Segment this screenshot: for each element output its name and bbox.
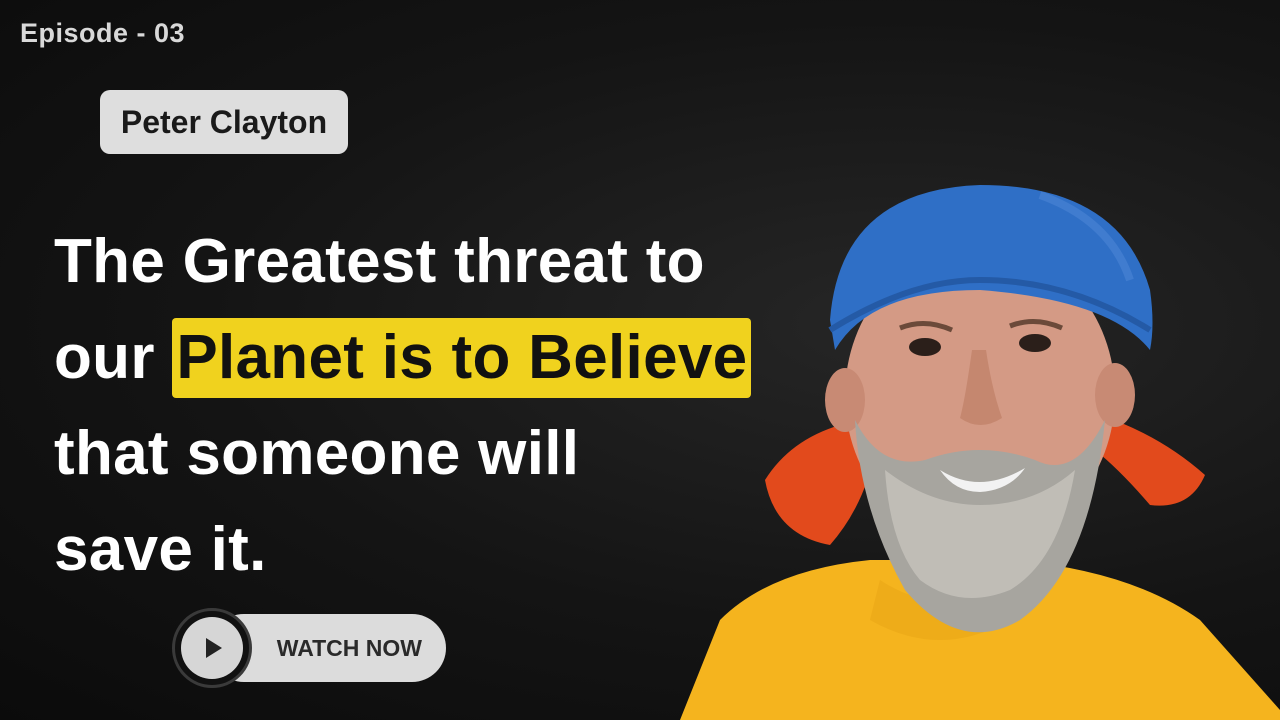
guest-name: Peter Clayton: [120, 103, 328, 140]
watch-now-button[interactable]: WATCH NOW: [172, 608, 446, 688]
play-button-face[interactable]: [181, 617, 243, 679]
play-button[interactable]: [172, 608, 252, 688]
episode-label: Episode - 03: [20, 18, 186, 48]
headline-highlight: Planet is to Believe: [172, 318, 752, 398]
play-icon: [206, 638, 222, 658]
headline-line-2-prefix: our: [54, 323, 173, 392]
guest-portrait: [680, 185, 1280, 720]
watch-now-label: WATCH NOW: [276, 634, 422, 661]
guest-name-badge: Peter Clayton: [100, 90, 348, 154]
